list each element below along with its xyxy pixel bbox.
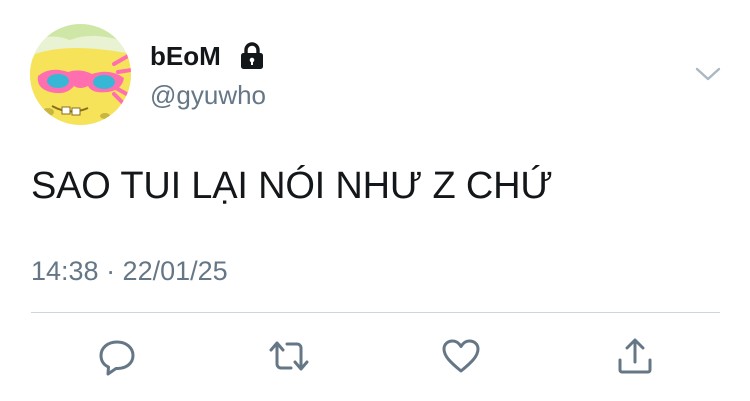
heart-icon[interactable] (440, 336, 482, 376)
retweet-icon[interactable] (268, 336, 310, 376)
chevron-down-icon[interactable] (693, 63, 723, 85)
timestamp[interactable]: 14:38 · 22/01/25 (31, 255, 228, 287)
reply-icon[interactable] (96, 336, 138, 376)
share-icon[interactable] (614, 336, 656, 376)
spongebob-avatar-icon (30, 24, 131, 125)
display-name[interactable]: bEoM (150, 40, 221, 72)
divider (31, 312, 720, 313)
lock-icon (241, 42, 263, 69)
handle[interactable]: @gyuwho (150, 79, 266, 111)
tweet-text: SAO TUI LẠI NÓI NHƯ Z CHỨ (31, 165, 553, 207)
avatar[interactable] (30, 24, 131, 125)
